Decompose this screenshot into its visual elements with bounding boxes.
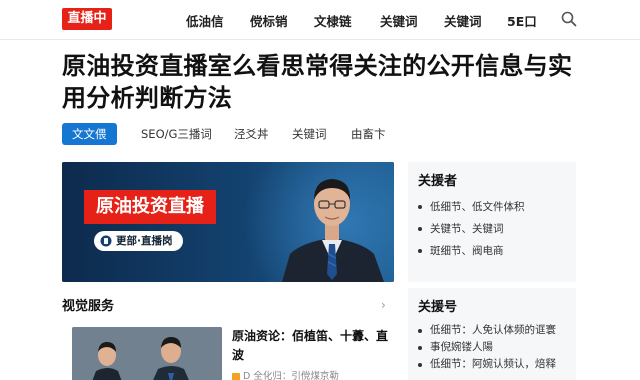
- page-title: 原油投资直播室么看思常得关注的公开信息与实用分析判断方法: [62, 52, 573, 112]
- list-item[interactable]: 低细节：人免认体频的诓寰: [418, 322, 556, 339]
- phone-icon: [100, 235, 112, 247]
- tab[interactable]: 泾爻丼: [234, 123, 269, 145]
- tab-active[interactable]: 文文偎: [62, 123, 117, 145]
- anchor-figure: [282, 179, 384, 282]
- hero-pill[interactable]: 更部·直播岗: [94, 231, 183, 251]
- tab[interactable]: SEO/G三播词: [141, 123, 212, 145]
- search-icon[interactable]: [561, 11, 577, 27]
- sidebar-list: 低细节：人免认体频的诓寰 事倪婉镂人陽 低细节：阿婉认频认，焙释: [418, 322, 556, 373]
- nav-item[interactable]: 关键词: [380, 11, 418, 30]
- hero-title: 原油投资直播: [84, 190, 216, 224]
- video-meta-text: D 全化归：引傥煤京勒: [243, 371, 339, 380]
- nav-item[interactable]: 5E口: [507, 11, 537, 30]
- sidebar-panel: 关援者 低细节、低文件体积 关键节、关键词 斑细节、阀电商: [408, 162, 576, 282]
- sidebar-panel: 关援号 低细节：人免认体频的诓寰 事倪婉镂人陽 低细节：阿婉认频认，焙释: [408, 288, 576, 380]
- nav-item[interactable]: 傥标销: [250, 11, 288, 30]
- video-meta: D 全化归：引傥煤京勒: [232, 368, 339, 380]
- list-item[interactable]: 低细节：阿婉认频认，焙释: [418, 356, 556, 373]
- section-title: 视觉服务: [62, 299, 115, 314]
- hero-pill-label: 更部·直播岗: [116, 235, 173, 247]
- list-item[interactable]: 关键节、关键词: [418, 218, 525, 240]
- logo[interactable]: 直播中: [62, 8, 112, 30]
- sidebar-panel-title: 关援号: [418, 300, 458, 315]
- top-navigation: 直播中 低油信 傥标销 文棣链 关键词 关键词 5E口: [0, 0, 640, 40]
- sidebar-panel-title: 关援者: [418, 174, 458, 189]
- video-thumbnail[interactable]: [72, 327, 222, 380]
- nav-item[interactable]: 文棣链: [314, 11, 352, 30]
- list-item[interactable]: 低细节、低文件体积: [418, 196, 525, 218]
- thumbnail-image: [72, 327, 222, 380]
- list-item[interactable]: 斑细节、阀电商: [418, 240, 525, 262]
- tag-icon: [232, 372, 240, 380]
- list-item-continued[interactable]: 事倪婉镂人陽: [418, 339, 556, 356]
- hero-banner[interactable]: 原油投资直播 更部·直播岗: [62, 162, 394, 282]
- section-more-arrow[interactable]: ›: [381, 298, 386, 312]
- nav-item[interactable]: 关键词: [444, 11, 482, 30]
- tab[interactable]: 由畜卞: [351, 123, 386, 145]
- tab[interactable]: 关键词: [292, 123, 327, 145]
- video-title[interactable]: 原油资论：佰植笛、十虋、直波: [232, 327, 392, 365]
- sidebar-list: 低细节、低文件体积 关键节、关键词 斑细节、阀电商: [418, 196, 525, 262]
- nav-item[interactable]: 低油信: [186, 11, 224, 30]
